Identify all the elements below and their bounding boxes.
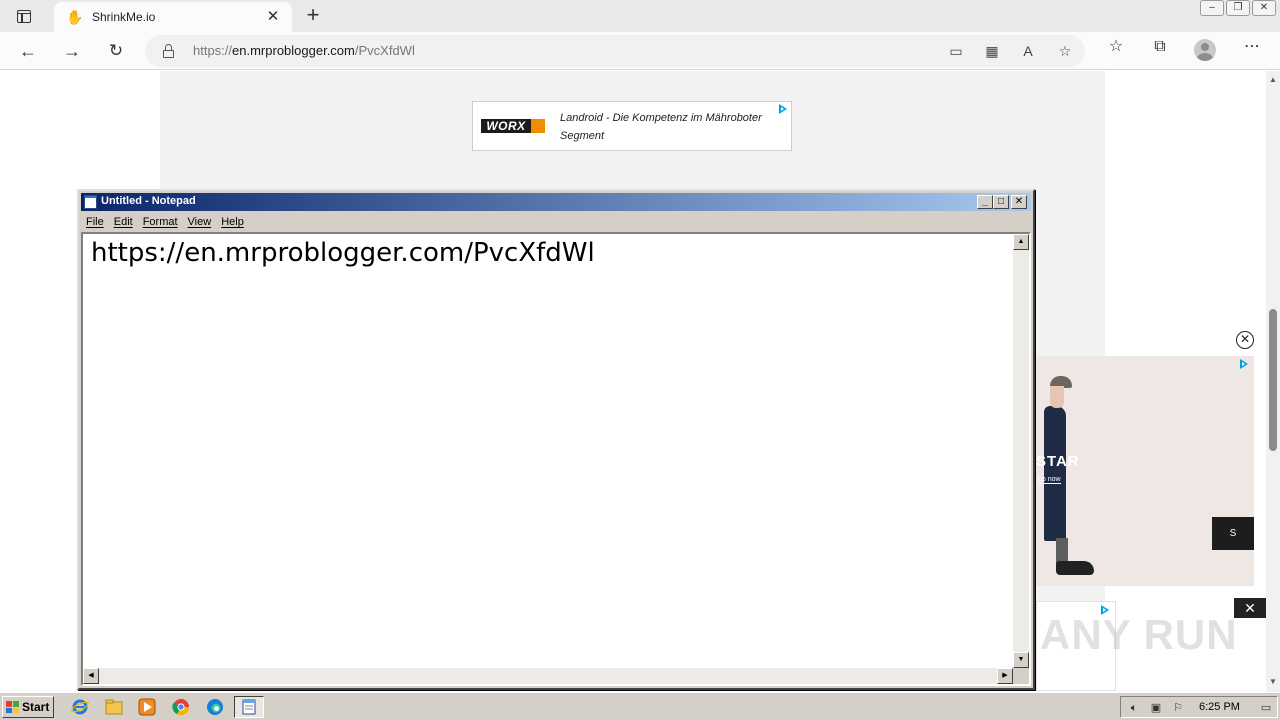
media-player-icon[interactable] <box>135 696 159 718</box>
notepad-minimize-button[interactable]: _ <box>977 195 993 209</box>
network-icon[interactable]: ▣ <box>1149 701 1163 715</box>
browser-tab[interactable]: ✋ ShrinkMe.io ✕ <box>54 2 292 32</box>
close-window-button[interactable]: ✕ <box>1252 0 1276 16</box>
notepad-icon[interactable] <box>234 696 264 718</box>
tab-actions-icon[interactable] <box>10 6 38 26</box>
notepad-window[interactable]: Untitled - Notepad _ □ ✕ File Edit Forma… <box>77 189 1035 690</box>
address-bar[interactable]: https://en.mrproblogger.com/PvcXfdWl ▭ ▦… <box>145 35 1085 67</box>
anyrun-watermark: ANY RUN <box>1040 611 1238 658</box>
edge-icon[interactable] <box>203 696 227 718</box>
windows-logo-icon <box>6 701 19 713</box>
add-favorite-icon[interactable]: ☆ <box>1056 42 1074 60</box>
menu-edit[interactable]: Edit <box>109 213 138 231</box>
side-ad-button[interactable]: S <box>1212 517 1254 550</box>
notepad-vertical-scrollbar[interactable]: ▲ ▼ <box>1013 234 1029 668</box>
show-desktop-icon[interactable]: ▭ <box>1259 701 1273 715</box>
side-ad-cta[interactable]: op now <box>1038 476 1061 484</box>
browser-tab-strip: ✋ ShrinkMe.io ✕ + – ❐ ✕ <box>0 0 1280 32</box>
notepad-menubar: File Edit Format View Help <box>81 213 1031 231</box>
favorites-icon[interactable]: ☆ <box>1105 36 1127 58</box>
system-tray: 🔈︎ ▣ ⚐ 6:25 PM ▭ <box>1120 696 1278 718</box>
url-host: en.mrproblogger.com <box>232 43 355 58</box>
notepad-content[interactable]: https://en.mrproblogger.com/PvcXfdWl <box>91 238 595 268</box>
tab-title: ShrinkMe.io <box>92 10 156 24</box>
worx-logo: WORX <box>481 119 545 133</box>
side-ad-close-icon[interactable]: ✕ <box>1236 331 1254 349</box>
scroll-up-icon[interactable]: ▲ <box>1268 75 1278 85</box>
notepad-text-area[interactable]: https://en.mrproblogger.com/PvcXfdWl ▲ ▼… <box>81 232 1031 686</box>
tab-close-icon[interactable]: ✕ <box>264 8 282 26</box>
profile-avatar-icon[interactable] <box>1194 39 1216 61</box>
browser-toolbar: ← → ↻ https://en.mrproblogger.com/PvcXfd… <box>0 32 1280 70</box>
url-scheme: https:// <box>193 43 233 58</box>
window-controls: – ❐ ✕ <box>1200 0 1276 18</box>
top-banner-ad[interactable]: WORX Landroid - Die Kompetenz im Mährobo… <box>472 101 792 151</box>
lock-icon[interactable] <box>163 44 174 58</box>
resize-grip-icon[interactable] <box>1013 668 1029 684</box>
forward-button[interactable]: → <box>57 36 87 66</box>
minimize-window-button[interactable]: – <box>1200 0 1224 16</box>
taskbar-clock[interactable]: 6:25 PM <box>1199 701 1240 713</box>
adchoices-icon[interactable] <box>778 104 789 115</box>
menu-file[interactable]: File <box>81 213 109 231</box>
top-ad-text: Landroid - Die Kompetenz im Mähroboter S… <box>560 112 762 142</box>
collections-icon[interactable]: ⧉ <box>1149 36 1171 58</box>
back-button[interactable]: ← <box>13 36 43 66</box>
side-fashion-ad[interactable]: STAR op now S <box>1036 356 1254 586</box>
bottom-ad-close-icon[interactable]: ✕ <box>1234 598 1266 618</box>
chrome-icon[interactable] <box>169 696 193 718</box>
reload-button[interactable]: ↻ <box>101 36 131 66</box>
settings-more-icon[interactable]: ⋯ <box>1241 36 1263 58</box>
notepad-horizontal-scrollbar[interactable]: ◀ ▶ <box>83 668 1013 684</box>
start-button[interactable]: Start <box>2 696 54 718</box>
new-tab-button[interactable]: + <box>300 4 326 28</box>
scroll-left-icon[interactable]: ◀ <box>83 668 99 684</box>
notepad-maximize-button[interactable]: □ <box>993 195 1009 209</box>
scroll-down-icon[interactable]: ▼ <box>1013 652 1029 668</box>
notepad-close-button[interactable]: ✕ <box>1011 195 1027 209</box>
read-aloud-icon[interactable]: A <box>1019 42 1037 60</box>
menu-help[interactable]: Help <box>216 213 249 231</box>
notepad-title: Untitled - Notepad <box>101 195 196 207</box>
explorer-folder-icon[interactable] <box>102 696 126 718</box>
notepad-icon <box>84 195 97 209</box>
adchoices-icon[interactable] <box>1239 359 1250 370</box>
action-center-flag-icon[interactable]: ⚐ <box>1171 701 1185 715</box>
app-available-icon[interactable]: ▭ <box>947 42 965 60</box>
restore-window-button[interactable]: ❐ <box>1226 0 1250 16</box>
ad-model-face <box>1050 386 1064 408</box>
url-path: /PvcXfdWl <box>354 43 415 58</box>
ie-icon[interactable] <box>68 696 92 718</box>
volume-icon[interactable]: 🔈︎ <box>1127 701 1141 715</box>
ad-model-boot <box>1056 561 1094 575</box>
notepad-titlebar[interactable]: Untitled - Notepad _ □ ✕ <box>81 193 1031 211</box>
scrollbar-thumb[interactable] <box>1269 309 1277 451</box>
side-ad-brand: STAR <box>1036 453 1080 470</box>
shrinkme-hand-icon: ✋ <box>66 9 84 25</box>
page-vertical-scrollbar[interactable]: ▲ ▼ <box>1266 71 1280 692</box>
ad-model-image <box>1044 406 1066 541</box>
scroll-up-icon[interactable]: ▲ <box>1013 234 1029 250</box>
url-text[interactable]: https://en.mrproblogger.com/PvcXfdWl <box>193 43 415 58</box>
start-label: Start <box>22 700 50 714</box>
menu-format[interactable]: Format <box>138 213 183 231</box>
qr-code-icon[interactable]: ▦ <box>983 42 1001 60</box>
scroll-right-icon[interactable]: ▶ <box>997 668 1013 684</box>
windows-taskbar: Start 🔈︎ ▣ ⚐ 6:25 PM ▭ <box>0 692 1280 720</box>
scroll-down-icon[interactable]: ▼ <box>1268 677 1278 687</box>
menu-view[interactable]: View <box>183 213 217 231</box>
